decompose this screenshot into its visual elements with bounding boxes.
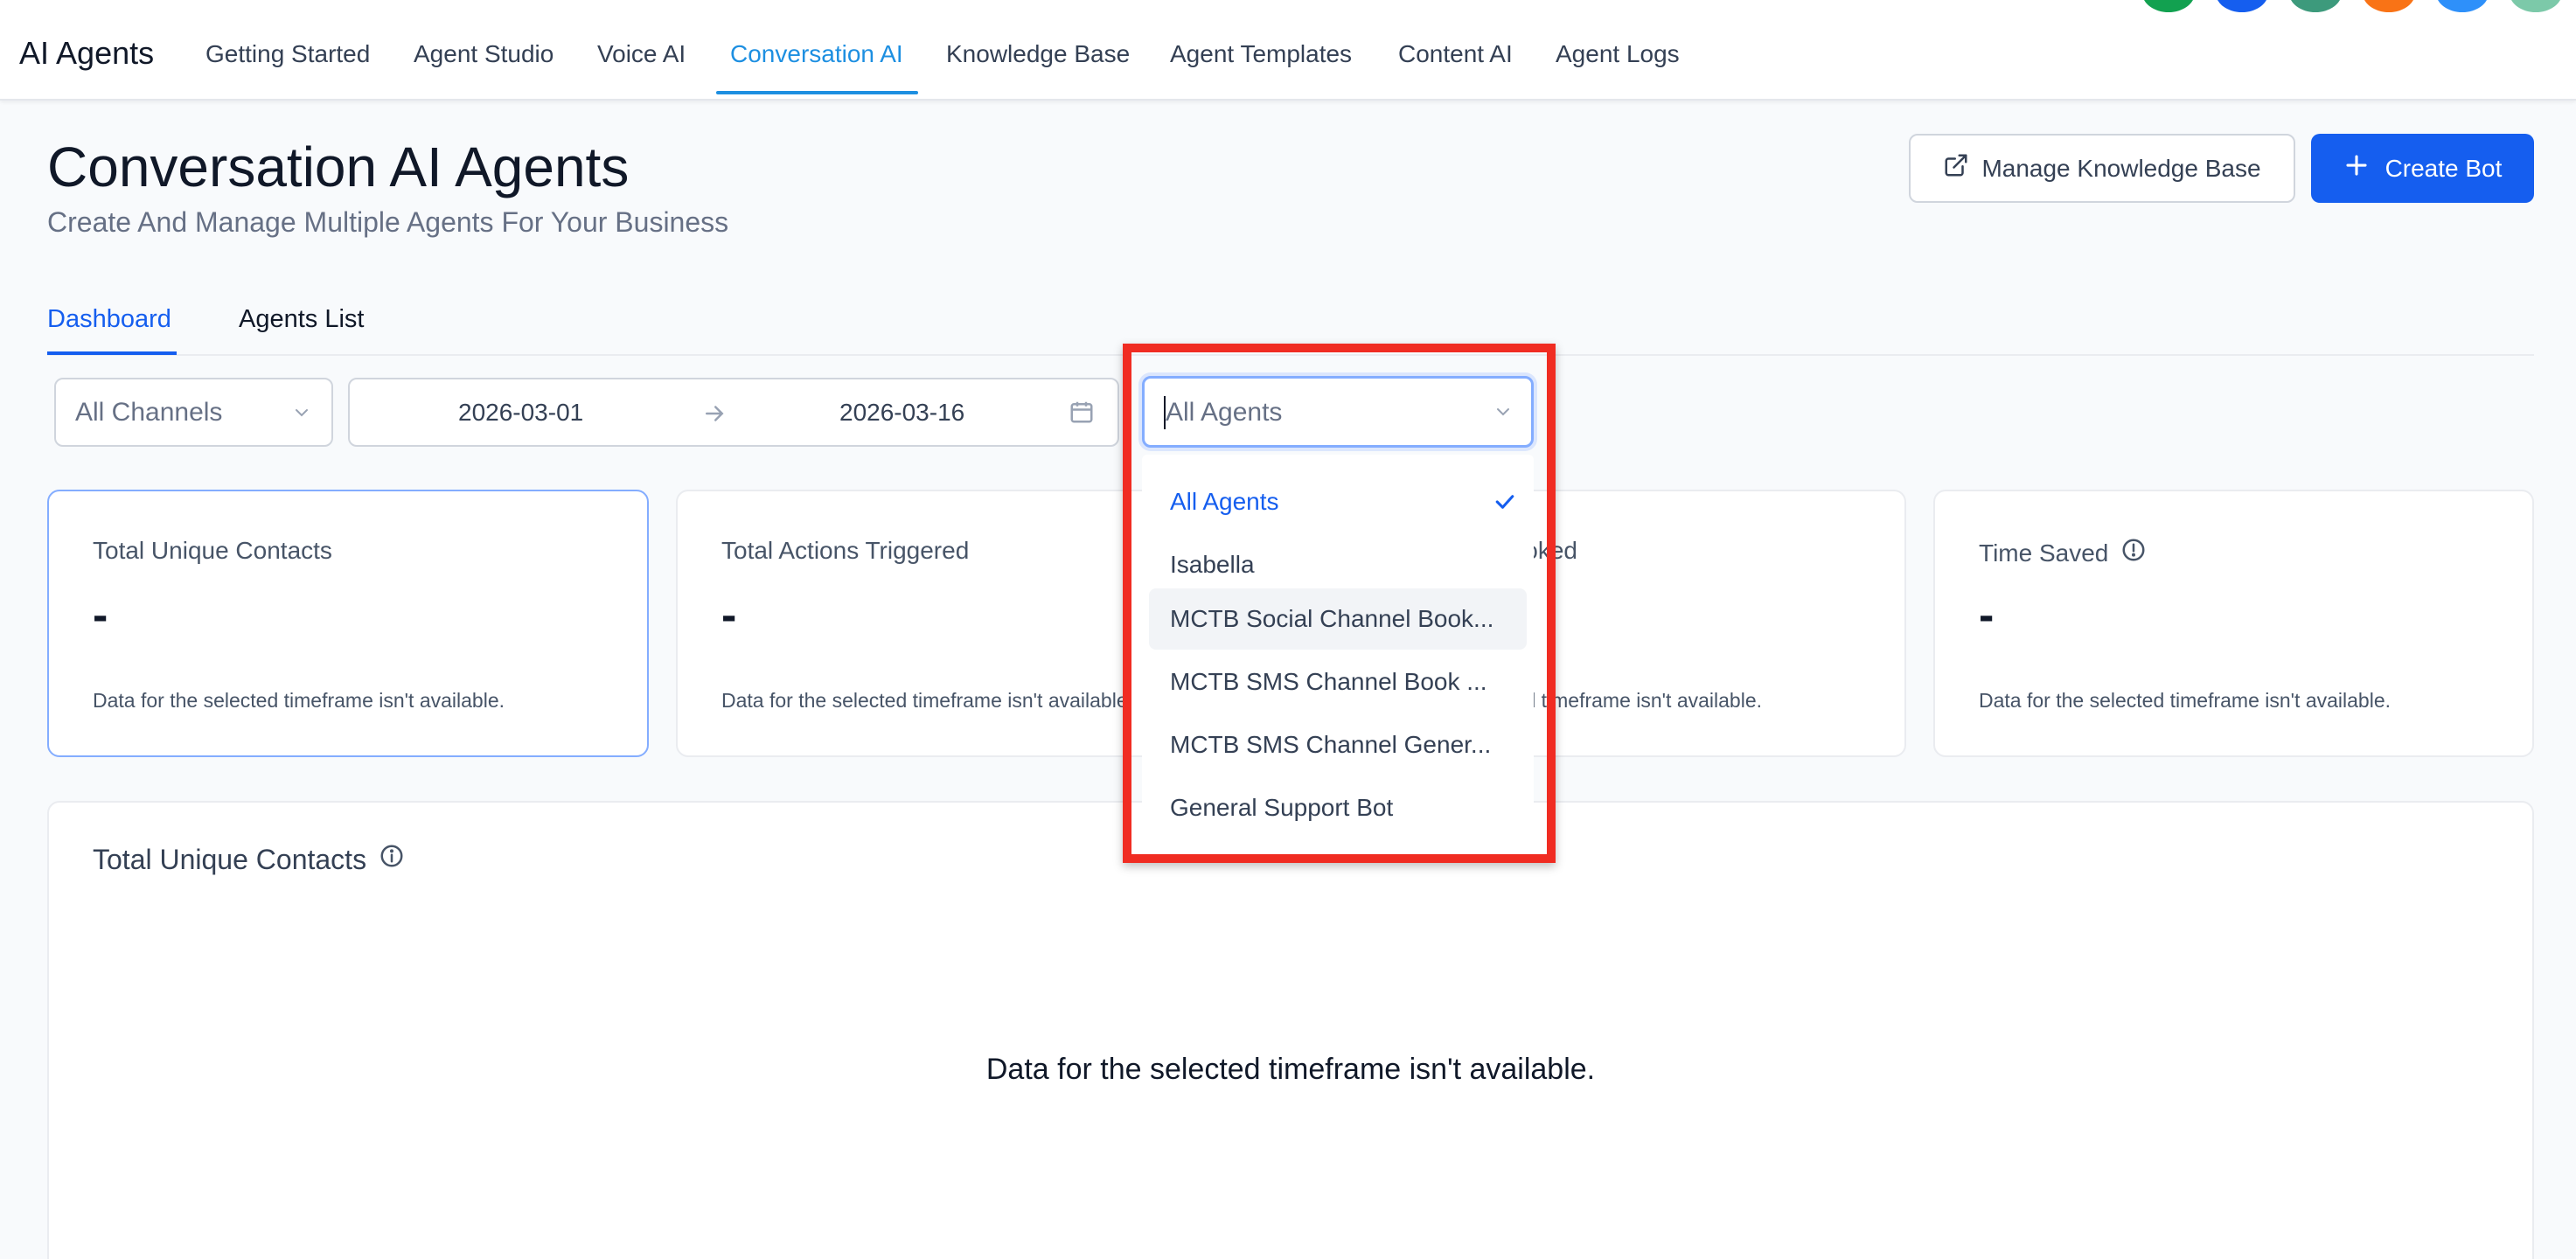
nav-active-indicator	[716, 91, 918, 94]
nav-tab-getting-started[interactable]: Getting Started	[205, 40, 370, 68]
agent-option-label: All Agents	[1170, 488, 1279, 515]
avatar[interactable]	[2289, 0, 2342, 12]
card-label: Time Saved	[1979, 539, 2109, 567]
create-bot-label: Create Bot	[2385, 154, 2503, 182]
card-value: -	[1979, 590, 1995, 641]
agent-option-label: General Support Bot	[1170, 794, 1394, 821]
avatar[interactable]	[2216, 0, 2268, 12]
card-note: Data for the selected timeframe isn't av…	[93, 689, 505, 712]
external-link-icon	[1943, 152, 1969, 184]
agent-option[interactable]: MCTB SMS Channel Book ...	[1149, 651, 1527, 713]
stat-card-unique-contacts[interactable]: Total Unique Contacts - Data for the sel…	[47, 490, 649, 757]
card-label-row: Time Saved	[1979, 537, 2147, 569]
chevron-down-icon	[291, 402, 312, 428]
channel-select[interactable]: All Channels	[54, 378, 333, 447]
top-nav: AI Agents Getting Started Agent Studio V…	[0, 0, 2576, 101]
channel-select-value: All Channels	[75, 397, 223, 427]
plus-icon	[2343, 152, 2370, 184]
card-note: Data for the selected timeframe isn't av…	[721, 689, 1134, 712]
date-range-picker[interactable]: 2026-03-01 2026-03-16	[348, 378, 1119, 447]
agent-option-label: Isabella	[1170, 551, 1255, 578]
agent-select-placeholder: All Agents	[1166, 398, 1283, 427]
avatar[interactable]	[2510, 0, 2562, 12]
page-subtitle: Create And Manage Multiple Agents For Yo…	[47, 206, 729, 238]
arrow-right-icon	[701, 400, 728, 431]
page-title: Conversation AI Agents	[47, 136, 630, 198]
panel-empty-message: Data for the selected timeframe isn't av…	[985, 1053, 1596, 1086]
panel-title: Total Unique Contacts	[93, 843, 367, 875]
tab-dashboard[interactable]: Dashboard	[47, 305, 171, 334]
agent-option[interactable]: General Support Bot	[1149, 777, 1527, 838]
agent-option-label: MCTB SMS Channel Book ...	[1170, 668, 1487, 695]
agent-option[interactable]: MCTB Social Channel Book...	[1149, 588, 1527, 650]
manage-knowledge-base-label: Manage Knowledge Base	[1981, 154, 2261, 182]
nav-tab-conversation-ai[interactable]: Conversation AI	[730, 40, 903, 68]
card-value: -	[721, 590, 737, 641]
card-value: -	[93, 590, 108, 641]
avatar[interactable]	[2363, 0, 2415, 12]
agent-option-label: MCTB SMS Channel Gener...	[1170, 731, 1492, 758]
card-note: Data for the selected timeframe isn't av…	[1979, 689, 2392, 712]
nav-tab-agent-templates[interactable]: Agent Templates	[1170, 40, 1352, 68]
agent-option[interactable]: All Agents	[1149, 471, 1527, 532]
nav-tab-knowledge-base[interactable]: Knowledge Base	[946, 40, 1130, 68]
avatar[interactable]	[2436, 0, 2489, 12]
date-end[interactable]: 2026-03-16	[839, 399, 964, 427]
agent-select[interactable]: All Agents	[1142, 376, 1534, 448]
unique-contacts-panel: Total Unique Contacts Data for the selec…	[47, 801, 2534, 1259]
tab-active-indicator	[47, 351, 177, 355]
info-icon[interactable]	[379, 843, 405, 876]
agent-option[interactable]: MCTB SMS Channel Gener...	[1149, 714, 1527, 776]
nav-tab-agent-logs[interactable]: Agent Logs	[1556, 40, 1680, 68]
nav-tab-content-ai[interactable]: Content AI	[1398, 40, 1513, 68]
nav-tab-agent-studio[interactable]: Agent Studio	[414, 40, 553, 68]
calendar-icon	[1069, 399, 1095, 429]
stat-card-time-saved[interactable]: Time Saved - Data for the selected timef…	[1933, 490, 2534, 757]
card-label: Total Actions Triggered	[721, 537, 970, 564]
create-bot-button[interactable]: Create Bot	[2311, 134, 2534, 203]
manage-knowledge-base-button[interactable]: Manage Knowledge Base	[1909, 134, 2295, 203]
panel-title-row: Total Unique Contacts	[93, 843, 405, 876]
date-start[interactable]: 2026-03-01	[458, 399, 583, 427]
agent-option[interactable]: Isabella	[1149, 534, 1527, 595]
info-icon[interactable]	[2120, 537, 2147, 569]
avatar[interactable]	[2142, 0, 2195, 12]
check-icon	[1492, 489, 1518, 521]
app-brand: AI Agents	[19, 35, 155, 71]
card-label: Total Unique Contacts	[93, 537, 332, 564]
agent-dropdown-menu: All Agents Isabella MCTB Social Channel …	[1142, 455, 1534, 850]
chevron-down-icon	[1493, 401, 1514, 427]
agent-option-label: MCTB Social Channel Book...	[1170, 605, 1494, 632]
nav-tab-voice-ai[interactable]: Voice AI	[597, 40, 686, 68]
tab-agents-list[interactable]: Agents List	[239, 305, 364, 334]
